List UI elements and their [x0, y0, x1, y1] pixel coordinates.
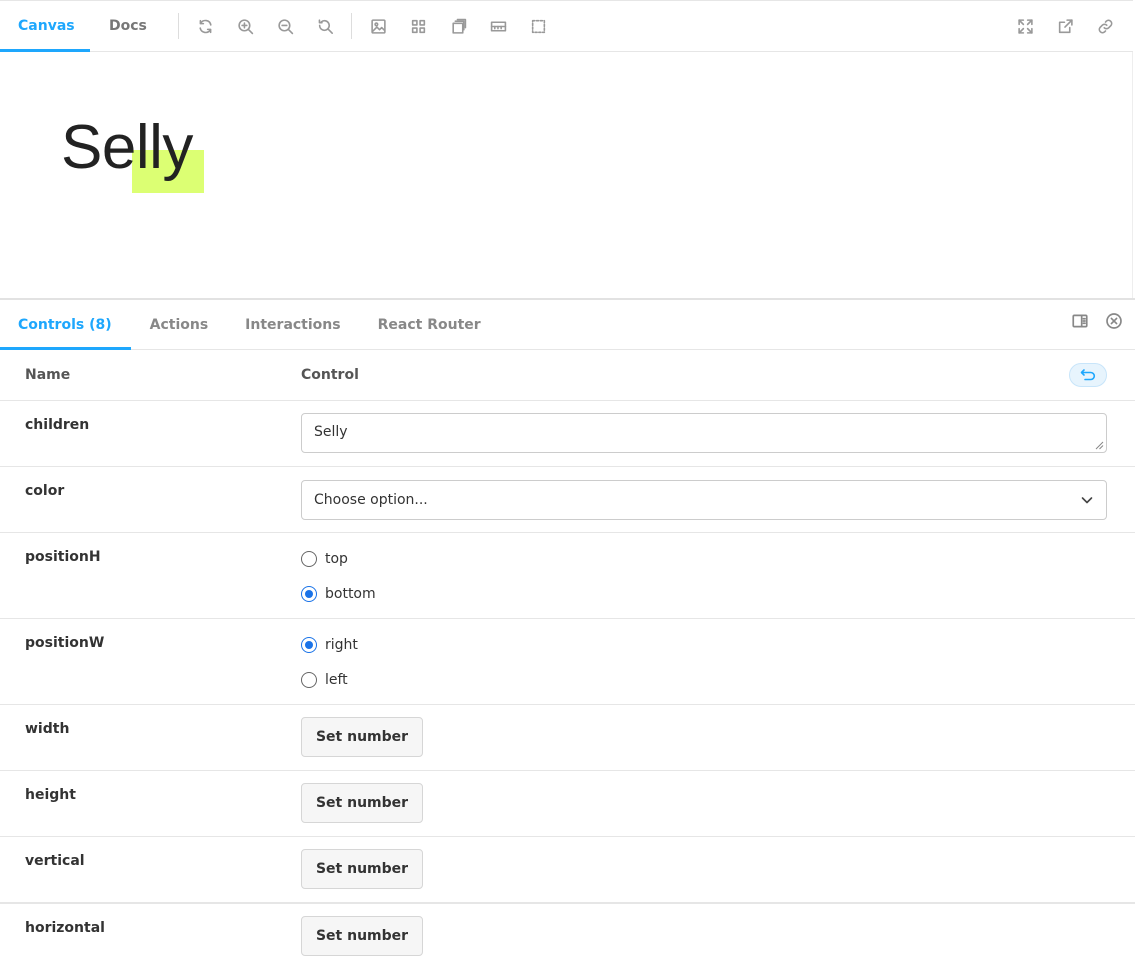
resize-grip-icon[interactable]: [1095, 441, 1104, 450]
control-name: width: [25, 721, 70, 737]
undo-icon: [1080, 369, 1096, 381]
copy-link-icon[interactable]: [1085, 1, 1125, 52]
tab-canvas-label: Canvas: [18, 18, 75, 34]
tab-controls-label: Controls (8): [18, 316, 112, 333]
preview-toolbar: Canvas Docs: [0, 0, 1133, 52]
radio-label: bottom: [325, 586, 376, 602]
canvas-preview: Selly: [0, 52, 1133, 298]
measure-icon[interactable]: [478, 1, 518, 52]
control-name: horizontal: [25, 920, 105, 936]
color-select[interactable]: Choose option...: [301, 480, 1107, 520]
fullscreen-icon[interactable]: [1005, 1, 1045, 52]
control-name: children: [25, 417, 90, 433]
radio-button[interactable]: [301, 551, 317, 567]
zoom-in-icon[interactable]: [225, 1, 265, 52]
tab-react-router[interactable]: React Router: [359, 300, 499, 349]
name-column-header: Name: [25, 367, 71, 383]
tab-interactions[interactable]: Interactions: [226, 300, 358, 349]
tab-docs-label: Docs: [109, 18, 147, 34]
control-row-positionW: positionW right left: [0, 619, 1135, 705]
open-new-tab-icon[interactable]: [1045, 1, 1085, 52]
children-value: Selly: [314, 424, 348, 440]
radio-button-checked[interactable]: [301, 586, 317, 602]
set-horizontal-button[interactable]: Set number: [301, 916, 423, 956]
controls-table-header: Name Control: [0, 350, 1135, 401]
tab-react-router-label: React Router: [377, 316, 481, 333]
selly-text: Selly: [61, 113, 193, 182]
control-name: vertical: [25, 853, 85, 869]
children-textarea[interactable]: Selly: [301, 413, 1107, 453]
tab-docs[interactable]: Docs: [90, 1, 172, 52]
grid-icon[interactable]: [398, 1, 438, 52]
panel-orientation-icon[interactable]: [1071, 312, 1089, 334]
control-name: height: [25, 787, 76, 803]
reset-controls-button[interactable]: [1069, 363, 1107, 387]
set-height-button[interactable]: Set number: [301, 783, 423, 823]
zoom-reset-icon[interactable]: [305, 1, 345, 52]
tab-actions[interactable]: Actions: [131, 300, 227, 349]
tab-controls[interactable]: Controls (8): [0, 300, 131, 350]
viewport-icon[interactable]: [438, 1, 478, 52]
control-row-width: width Set number: [0, 705, 1135, 771]
radio-option-top[interactable]: top: [301, 549, 1107, 569]
chevron-down-icon: [1081, 497, 1093, 504]
control-column-header: Control: [301, 367, 359, 383]
tab-interactions-label: Interactions: [245, 316, 341, 333]
addons-panel: Controls (8) Actions Interactions React …: [0, 298, 1135, 975]
radio-label: right: [325, 637, 358, 653]
storybook-frame: Canvas Docs Selly Controls (8) Actions I…: [0, 0, 1135, 975]
radio-option-bottom[interactable]: bottom: [301, 584, 1107, 604]
control-row-color: color Choose option...: [0, 467, 1135, 533]
radio-option-left[interactable]: left: [301, 670, 1107, 690]
color-select-placeholder: Choose option...: [314, 492, 428, 508]
control-name: positionW: [25, 635, 105, 651]
radio-label: top: [325, 551, 348, 567]
toolbar-right-group: [1005, 1, 1133, 52]
reload-icon[interactable]: [185, 1, 225, 52]
control-row-horizontal: horizontal Set number: [0, 903, 1135, 969]
close-panel-icon[interactable]: [1105, 312, 1123, 334]
story-component: Selly: [61, 112, 204, 193]
toolbar-divider: [351, 13, 352, 39]
zoom-out-icon[interactable]: [265, 1, 305, 52]
control-row-children: children Selly: [0, 401, 1135, 467]
toolbar-divider: [178, 13, 179, 39]
control-row-vertical: vertical Set number: [0, 837, 1135, 903]
set-width-button[interactable]: Set number: [301, 717, 423, 757]
addons-tabbar: Controls (8) Actions Interactions React …: [0, 300, 1135, 350]
set-vertical-button[interactable]: Set number: [301, 849, 423, 889]
control-name: color: [25, 483, 65, 499]
radio-button-checked[interactable]: [301, 637, 317, 653]
outline-icon[interactable]: [518, 1, 558, 52]
control-name: positionH: [25, 549, 101, 565]
radio-label: left: [325, 672, 348, 688]
addons-actions: [1071, 312, 1123, 334]
radio-option-right[interactable]: right: [301, 635, 1107, 655]
control-row-height: height Set number: [0, 771, 1135, 837]
control-row-positionH: positionH top bottom: [0, 533, 1135, 619]
radio-button[interactable]: [301, 672, 317, 688]
tab-canvas[interactable]: Canvas: [0, 1, 90, 52]
tab-actions-label: Actions: [149, 316, 209, 333]
background-icon[interactable]: [358, 1, 398, 52]
